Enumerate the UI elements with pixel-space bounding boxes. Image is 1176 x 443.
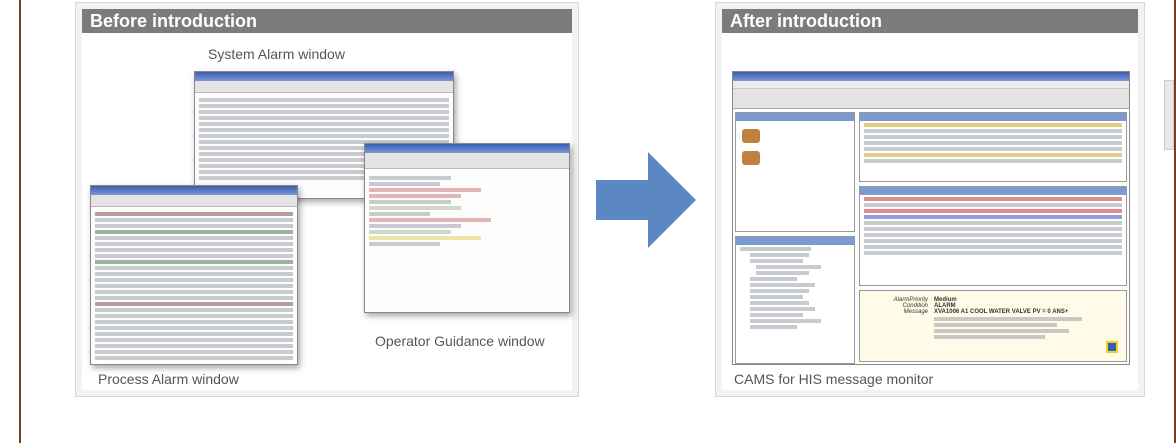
- message-list-lower: [859, 186, 1127, 286]
- operator-guidance-window: [364, 143, 570, 313]
- detail-message: XVA1006 A1 COOL WATER VALVE PV = 0 ANS+: [934, 309, 1069, 315]
- after-introduction-panel: After introduction AlarmPriority Medium …: [715, 2, 1145, 397]
- cams-message-monitor-window: AlarmPriority Medium Condition ALARM Messa…: [732, 71, 1130, 365]
- window-titlebar: [733, 72, 1129, 81]
- window-titlebar: [195, 72, 453, 81]
- window-titlebar: [365, 144, 569, 153]
- system-alarm-caption: System Alarm window: [208, 46, 345, 62]
- window-toolbar: [733, 89, 1129, 109]
- left-border-rule: [19, 0, 21, 443]
- process-alarm-window: [90, 185, 298, 365]
- guidance-lines: [365, 174, 569, 248]
- window-toolbar: [195, 81, 453, 93]
- transition-arrow: [596, 152, 696, 248]
- before-introduction-content: System Alarm window Operator Guidance wi…: [82, 33, 572, 390]
- after-introduction-header: After introduction: [722, 9, 1138, 33]
- before-introduction-panel: Before introduction System Alarm window: [75, 2, 579, 397]
- window-titlebar: [91, 186, 297, 195]
- alarm-lines: [91, 210, 297, 362]
- window-toolbar: [91, 195, 297, 207]
- menu-bar: [733, 81, 1129, 89]
- operator-guidance-caption: Operator Guidance window: [375, 333, 545, 349]
- process-alarm-caption: Process Alarm window: [98, 371, 239, 387]
- window-toolbar: [365, 153, 569, 169]
- navigation-tree-pane: [735, 236, 855, 364]
- message-list-upper: [859, 112, 1127, 182]
- message-detail-pane: AlarmPriority Medium Condition ALARM Messa…: [859, 290, 1127, 362]
- cams-monitor-caption: CAMS for HIS message monitor: [734, 371, 934, 387]
- user-pane: [735, 112, 855, 232]
- before-introduction-header: Before introduction: [82, 9, 572, 33]
- after-introduction-content: AlarmPriority Medium Condition ALARM Messa…: [722, 33, 1138, 390]
- side-tab: [1164, 80, 1174, 150]
- navigate-icon: [1106, 341, 1118, 353]
